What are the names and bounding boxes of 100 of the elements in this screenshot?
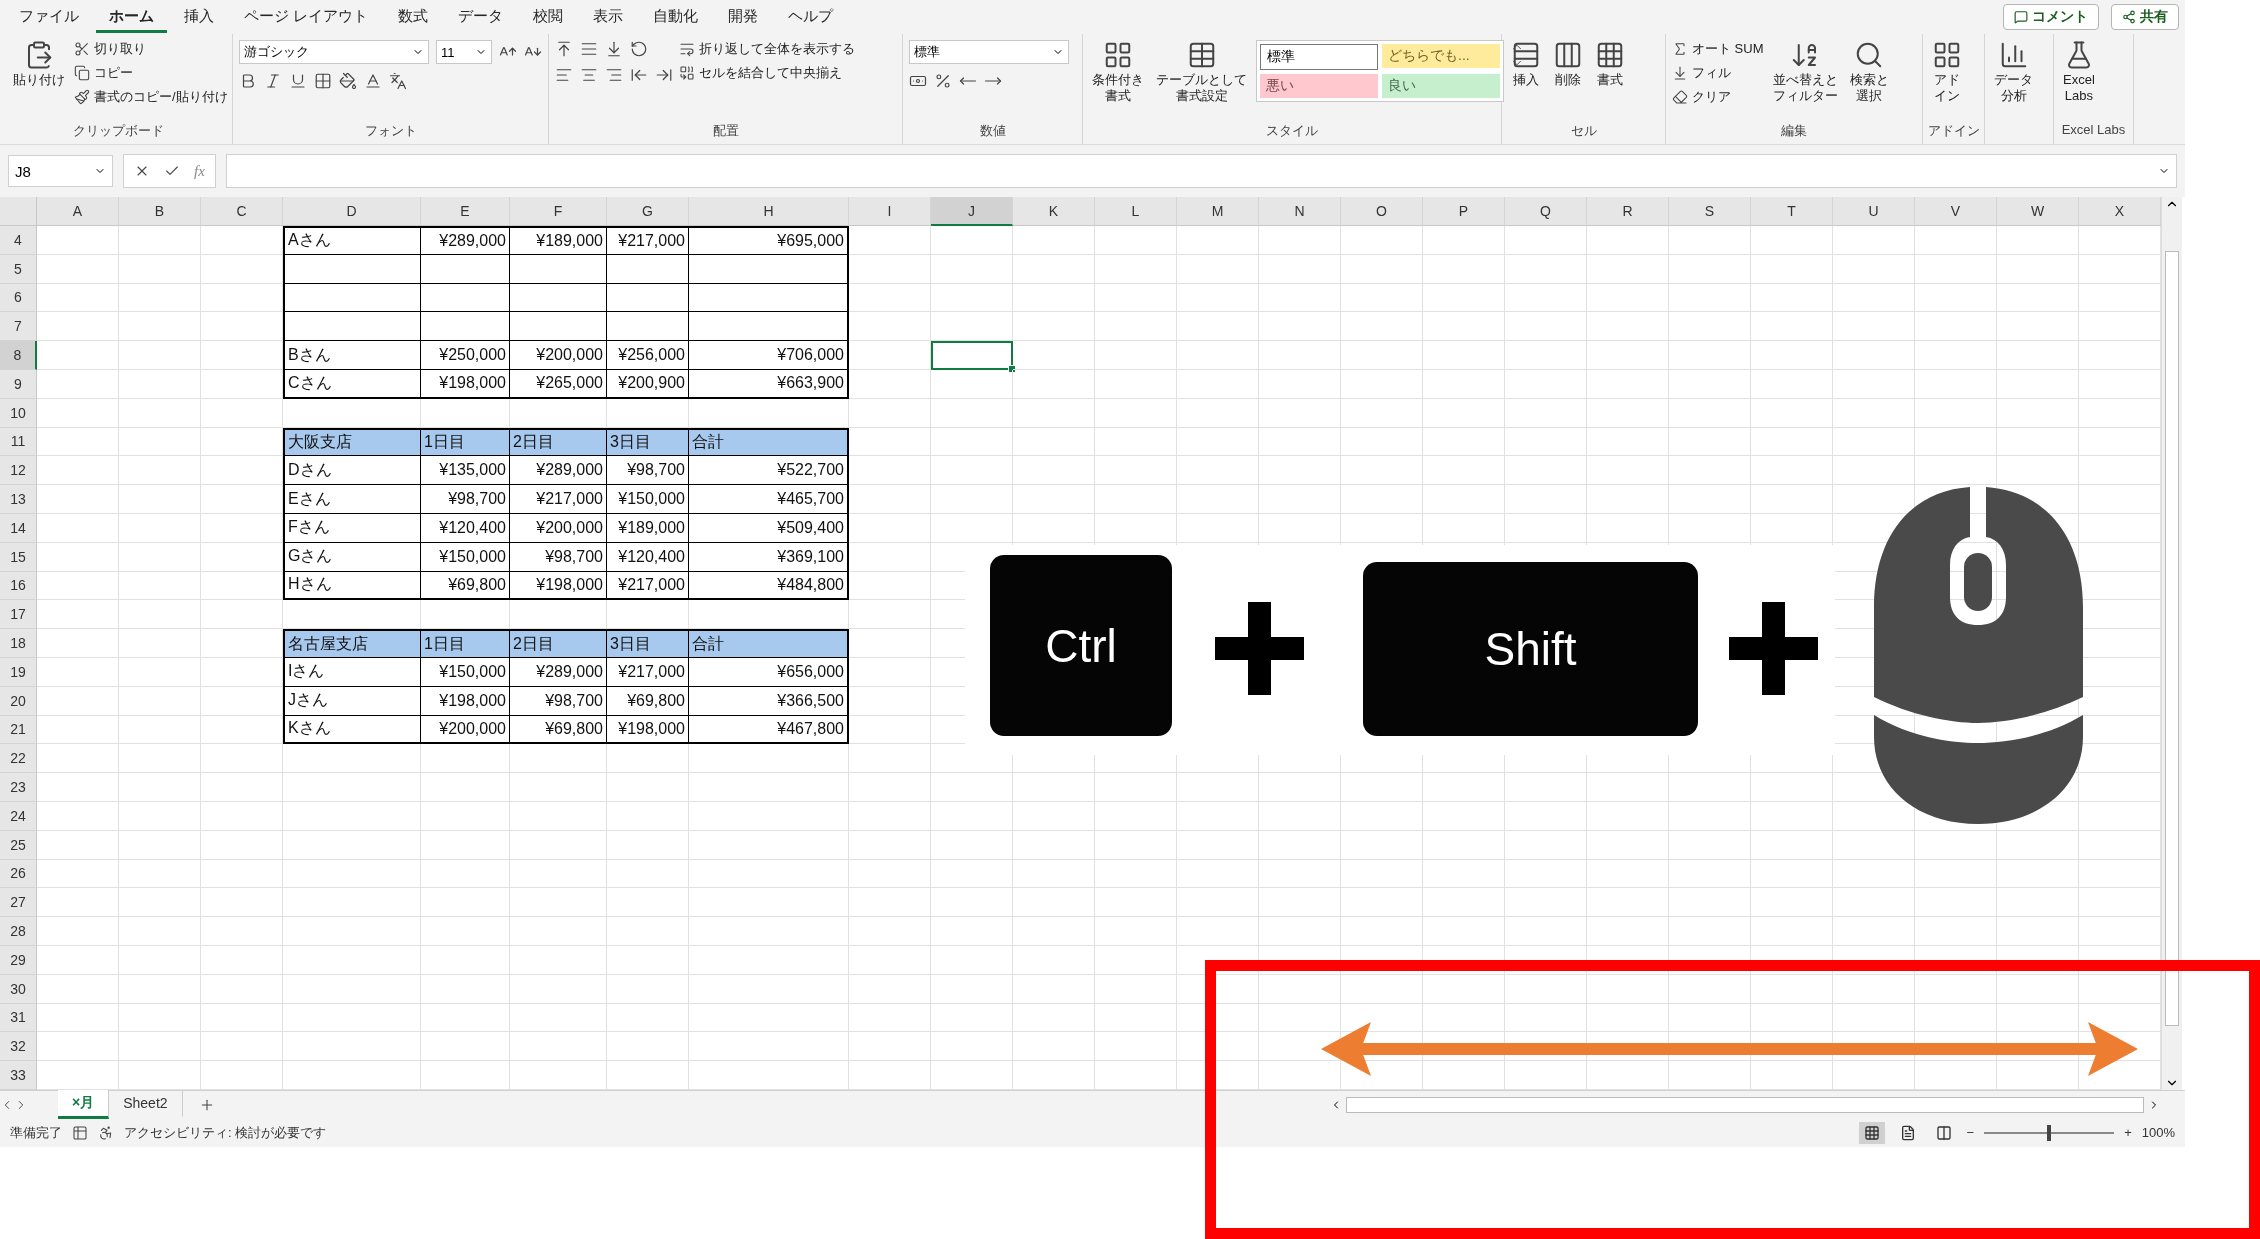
cell-style-option[interactable]: 標準: [1260, 44, 1378, 70]
ribbon-tab[interactable]: 校閲: [520, 1, 577, 33]
cell-style-option[interactable]: 良い: [1382, 74, 1500, 98]
ribbon-tab[interactable]: 自動化: [640, 1, 712, 33]
row-header[interactable]: 25: [0, 830, 37, 860]
column-header[interactable]: V: [1915, 197, 1997, 226]
dropdown-field[interactable]: 11: [436, 40, 492, 64]
column-header[interactable]: N: [1259, 197, 1341, 226]
accessibility-status[interactable]: アクセシビリティ: 検討が必要です: [124, 1123, 327, 1142]
sigma-icon[interactable]: [1672, 41, 1688, 57]
column-header[interactable]: M: [1177, 197, 1259, 226]
row-header[interactable]: 8: [0, 341, 37, 370]
column-header[interactable]: Q: [1505, 197, 1587, 226]
column-header[interactable]: J: [931, 197, 1013, 226]
ribbon-tab[interactable]: 開発: [715, 1, 772, 33]
cell-style-option[interactable]: 悪い: [1260, 74, 1378, 98]
ribbon-button[interactable]: 並べ替えと フィルター: [1769, 40, 1841, 105]
column-header[interactable]: I: [849, 197, 931, 226]
ribbon-button[interactable]: フィル: [1672, 64, 1764, 82]
share-button[interactable]: 共有: [2111, 4, 2179, 30]
ribbon-button[interactable]: コピー: [74, 64, 228, 82]
phonetic-icon[interactable]: [389, 72, 407, 90]
ribbon-button[interactable]: アド イン: [1929, 40, 1965, 105]
borders-icon[interactable]: [314, 72, 332, 90]
sheet-tab[interactable]: Sheet2: [109, 1091, 183, 1119]
column-header[interactable]: G: [607, 197, 689, 226]
wrap-text-icon[interactable]: [679, 41, 695, 57]
column-header[interactable]: K: [1013, 197, 1095, 226]
ribbon-button[interactable]: Excel Labs: [2060, 40, 2098, 105]
fill-down-icon[interactable]: [1672, 65, 1688, 81]
active-cell[interactable]: [931, 341, 1013, 370]
row-header[interactable]: 9: [0, 370, 37, 399]
ribbon-button[interactable]: テーブルとして 書式設定: [1153, 40, 1250, 105]
cell-style-option[interactable]: どちらでも...: [1382, 44, 1500, 68]
paintbrush-icon[interactable]: [74, 89, 90, 105]
column-header[interactable]: B: [119, 197, 201, 226]
column-header[interactable]: D: [283, 197, 421, 226]
grid-icon[interactable]: [1103, 40, 1133, 70]
align-top-icon[interactable]: [555, 40, 573, 58]
fill-handle[interactable]: [1008, 365, 1016, 373]
formula-input[interactable]: [225, 154, 2177, 188]
zoom-slider-thumb[interactable]: [2047, 1124, 2052, 1141]
ribbon-button[interactable]: 書式のコピー/貼り付け: [74, 88, 228, 106]
ribbon-button[interactable]: 削除: [1550, 40, 1586, 89]
cell-mode-icon[interactable]: [72, 1124, 88, 1141]
eraser-icon[interactable]: [1672, 89, 1688, 105]
zoom-out-button[interactable]: −: [1966, 1125, 1975, 1141]
column-header[interactable]: C: [201, 197, 283, 226]
copy-icon[interactable]: [74, 65, 90, 81]
column-header[interactable]: W: [1997, 197, 2079, 226]
row-header[interactable]: 18: [0, 629, 37, 658]
ribbon-tab[interactable]: 数式: [385, 1, 442, 33]
row-header[interactable]: 19: [0, 657, 37, 687]
column-header[interactable]: E: [421, 197, 510, 226]
row-header[interactable]: 10: [0, 398, 37, 428]
row-header[interactable]: 14: [0, 513, 37, 543]
row-header[interactable]: 29: [0, 945, 37, 975]
ribbon-tab[interactable]: 表示: [580, 1, 637, 33]
row-header[interactable]: 5: [0, 254, 37, 284]
row-header[interactable]: 30: [0, 974, 37, 1004]
grid-icon[interactable]: [1932, 40, 1962, 70]
row-header[interactable]: 16: [0, 571, 37, 601]
grid-icon[interactable]: [1595, 40, 1625, 70]
ribbon-tab[interactable]: ページ レイアウト: [231, 1, 382, 33]
align-middle-icon[interactable]: [580, 40, 598, 58]
ribbon-button[interactable]: 書式: [1592, 40, 1628, 89]
orientation-icon[interactable]: [630, 40, 648, 58]
align-right-icon[interactable]: [605, 66, 623, 84]
row-header[interactable]: 11: [0, 427, 37, 457]
row-header[interactable]: 21: [0, 715, 37, 745]
columns-icon[interactable]: [1553, 40, 1583, 70]
row-header[interactable]: 26: [0, 859, 37, 889]
insert-function-button[interactable]: fx: [194, 162, 205, 180]
column-header[interactable]: X: [2079, 197, 2161, 226]
paint-bucket-icon[interactable]: [339, 72, 357, 90]
row-header[interactable]: 12: [0, 456, 37, 486]
sheet-tab[interactable]: ×月: [58, 1090, 110, 1120]
decrease-indent-icon[interactable]: [630, 66, 648, 84]
accessibility-icon[interactable]: [98, 1124, 114, 1141]
ribbon-button[interactable]: 条件付き 書式: [1089, 40, 1147, 105]
ribbon-button[interactable]: 貼り付け: [10, 40, 68, 89]
ribbon-button[interactable]: データ 分析: [1991, 40, 2036, 105]
percent-icon[interactable]: [934, 72, 952, 90]
align-left-icon[interactable]: [555, 66, 573, 84]
column-header[interactable]: R: [1587, 197, 1669, 226]
rows-icon[interactable]: [1511, 40, 1541, 70]
column-header[interactable]: O: [1341, 197, 1423, 226]
scissors-icon[interactable]: [74, 41, 90, 57]
row-header[interactable]: 4: [0, 226, 37, 255]
column-header[interactable]: S: [1669, 197, 1751, 226]
ribbon-tab[interactable]: ファイル: [6, 1, 92, 33]
merge-cells-icon[interactable]: [679, 65, 695, 81]
column-header[interactable]: L: [1095, 197, 1177, 226]
ribbon-button[interactable]: セルを結合して中央揃え: [679, 64, 855, 82]
search-icon[interactable]: [1854, 40, 1884, 70]
row-header[interactable]: 13: [0, 485, 37, 514]
row-header[interactable]: 28: [0, 917, 37, 946]
vertical-scrollbar[interactable]: [2161, 197, 2182, 1090]
dropdown-field[interactable]: 游ゴシック: [239, 40, 429, 64]
row-header[interactable]: 31: [0, 1003, 37, 1033]
